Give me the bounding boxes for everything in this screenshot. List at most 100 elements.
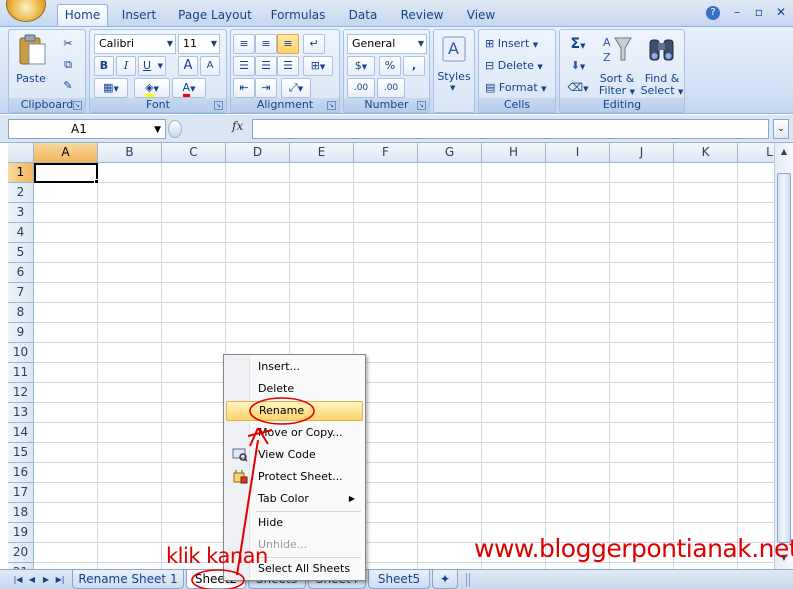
underline-button[interactable]: U ▼ (138, 56, 166, 76)
column-header[interactable]: I (546, 143, 610, 163)
insert-cells-button[interactable]: ⊞ Insert ▼ (482, 34, 552, 54)
font-color-button[interactable]: A▼ (172, 78, 206, 98)
first-sheet-button[interactable]: |◀ (12, 573, 24, 587)
name-box[interactable]: A1 ▼ (8, 119, 166, 139)
last-sheet-button[interactable]: ▶| (54, 573, 66, 587)
next-sheet-button[interactable]: ▶ (40, 573, 52, 587)
tab-formulas[interactable]: Formulas (268, 6, 328, 26)
column-header[interactable]: F (354, 143, 418, 163)
help-icon[interactable]: ? (706, 6, 720, 20)
dialog-launcher-icon[interactable]: ↘ (214, 101, 223, 110)
row-header[interactable]: 10 (8, 343, 34, 363)
percent-button[interactable]: % (379, 56, 401, 76)
formula-input[interactable] (252, 119, 769, 139)
format-painter-button[interactable]: ✎ (57, 76, 79, 96)
row-header[interactable]: 2 (8, 183, 34, 203)
row-header[interactable]: 3 (8, 203, 34, 223)
column-header[interactable]: A (34, 143, 98, 163)
row-header[interactable]: 17 (8, 483, 34, 503)
row-header[interactable]: 1 (8, 163, 34, 183)
cut-button[interactable]: ✂ (57, 34, 79, 54)
fill-handle[interactable] (94, 179, 99, 184)
insert-function-button[interactable]: fx (232, 119, 243, 133)
worksheet-grid[interactable]: ABCDEFGHIJKL 1 2 3 4 5 6 7 8 9 10 11 12 13 14 15 16 17 18… (8, 143, 774, 569)
column-header[interactable]: E (290, 143, 354, 163)
tab-insert[interactable]: Insert (116, 6, 162, 26)
menu-item-tab-color[interactable]: Tab Color ▶ (226, 489, 363, 509)
align-bottom-button[interactable]: ≡ (277, 34, 299, 54)
font-size-select[interactable]: 11 ▼ (178, 34, 220, 54)
menu-item-insert[interactable]: Insert... (226, 357, 363, 377)
align-center-button[interactable]: ☰ (255, 56, 277, 76)
tab-home[interactable]: Home (57, 4, 108, 27)
menu-item-hide[interactable]: Hide (226, 513, 363, 533)
vertical-scrollbar[interactable]: ▲ ▼ (774, 143, 793, 569)
italic-button[interactable]: I (116, 56, 136, 76)
column-header[interactable]: H (482, 143, 546, 163)
row-header[interactable]: 6 (8, 263, 34, 283)
decrease-decimal-button[interactable]: .00 (377, 78, 405, 98)
row-header[interactable]: 16 (8, 463, 34, 483)
minimize-icon[interactable]: – (730, 5, 744, 19)
delete-cells-button[interactable]: ⊟ Delete ▼ (482, 56, 552, 76)
increase-decimal-button[interactable]: .00 (347, 78, 375, 98)
merge-center-button[interactable]: ⊞▼ (303, 56, 333, 76)
row-header[interactable]: 19 (8, 523, 34, 543)
row-header[interactable]: 14 (8, 423, 34, 443)
menu-item-view-code[interactable]: View Code (226, 445, 363, 465)
tab-page-layout[interactable]: Page Layout (176, 6, 254, 26)
fill-color-button[interactable]: ◈▼ (134, 78, 170, 98)
decrease-indent-button[interactable]: ⇤ (233, 78, 255, 98)
bold-button[interactable]: B (94, 56, 114, 76)
clear-button[interactable]: ⌫▼ (563, 78, 593, 98)
expand-formula-bar-button[interactable]: ⌄ (773, 119, 789, 139)
menu-item-delete[interactable]: Delete (226, 379, 363, 399)
row-header[interactable]: 9 (8, 323, 34, 343)
align-right-button[interactable]: ☰ (277, 56, 299, 76)
scroll-up-button[interactable]: ▲ (777, 145, 791, 159)
prev-sheet-button[interactable]: ◀ (26, 573, 38, 587)
currency-button[interactable]: $▼ (347, 56, 375, 76)
column-header[interactable]: K (674, 143, 738, 163)
tab-view[interactable]: View (462, 6, 500, 26)
row-header[interactable]: 15 (8, 443, 34, 463)
close-icon[interactable]: ✕ (774, 5, 788, 19)
tab-data[interactable]: Data (342, 6, 384, 26)
select-all-corner[interactable] (8, 143, 34, 163)
orientation-button[interactable]: ⤢▼ (281, 78, 311, 98)
column-header[interactable]: B (98, 143, 162, 163)
row-header[interactable]: 12 (8, 383, 34, 403)
dialog-launcher-icon[interactable]: ↘ (327, 101, 336, 110)
align-middle-button[interactable]: ≡ (255, 34, 277, 54)
sheet-tab-1[interactable]: Rename Sheet 1 (72, 570, 184, 589)
column-header[interactable]: G (418, 143, 482, 163)
sort-filter-button[interactable]: A Z Sort & Filter ▼ (596, 34, 638, 97)
row-header[interactable]: 7 (8, 283, 34, 303)
formula-bar-resize-handle[interactable] (168, 120, 182, 138)
column-header[interactable]: L (738, 143, 774, 163)
styles-button[interactable]: A Styles ▼ (436, 34, 472, 96)
menu-item-move-copy[interactable]: Move or Copy... (226, 423, 363, 443)
copy-button[interactable]: ⧉ (57, 55, 79, 75)
borders-button[interactable]: ▦▼ (94, 78, 128, 98)
row-header[interactable]: 20 (8, 543, 34, 563)
number-format-select[interactable]: General ▼ (347, 34, 427, 54)
grow-font-button[interactable]: A (178, 56, 198, 76)
column-header[interactable]: D (226, 143, 290, 163)
menu-item-rename[interactable]: Rename (226, 401, 363, 421)
font-name-select[interactable]: Calibri ▼ (94, 34, 176, 54)
restore-icon[interactable]: ▫ (752, 5, 766, 19)
fill-button[interactable]: ⬇▼ (563, 56, 593, 76)
menu-item-protect-sheet[interactable]: Protect Sheet... (226, 467, 363, 487)
active-cell[interactable] (34, 163, 98, 183)
align-top-button[interactable]: ≡ (233, 34, 255, 54)
insert-sheet-button[interactable]: ✦ (432, 570, 458, 589)
tab-split-bar[interactable] (466, 573, 470, 587)
column-header[interactable]: J (610, 143, 674, 163)
scrollbar-thumb[interactable] (777, 173, 791, 543)
tab-review[interactable]: Review (396, 6, 448, 26)
wrap-text-button[interactable]: ↵ (303, 34, 325, 54)
paste-button[interactable]: Paste (13, 34, 49, 92)
row-header[interactable]: 18 (8, 503, 34, 523)
row-header[interactable]: 11 (8, 363, 34, 383)
